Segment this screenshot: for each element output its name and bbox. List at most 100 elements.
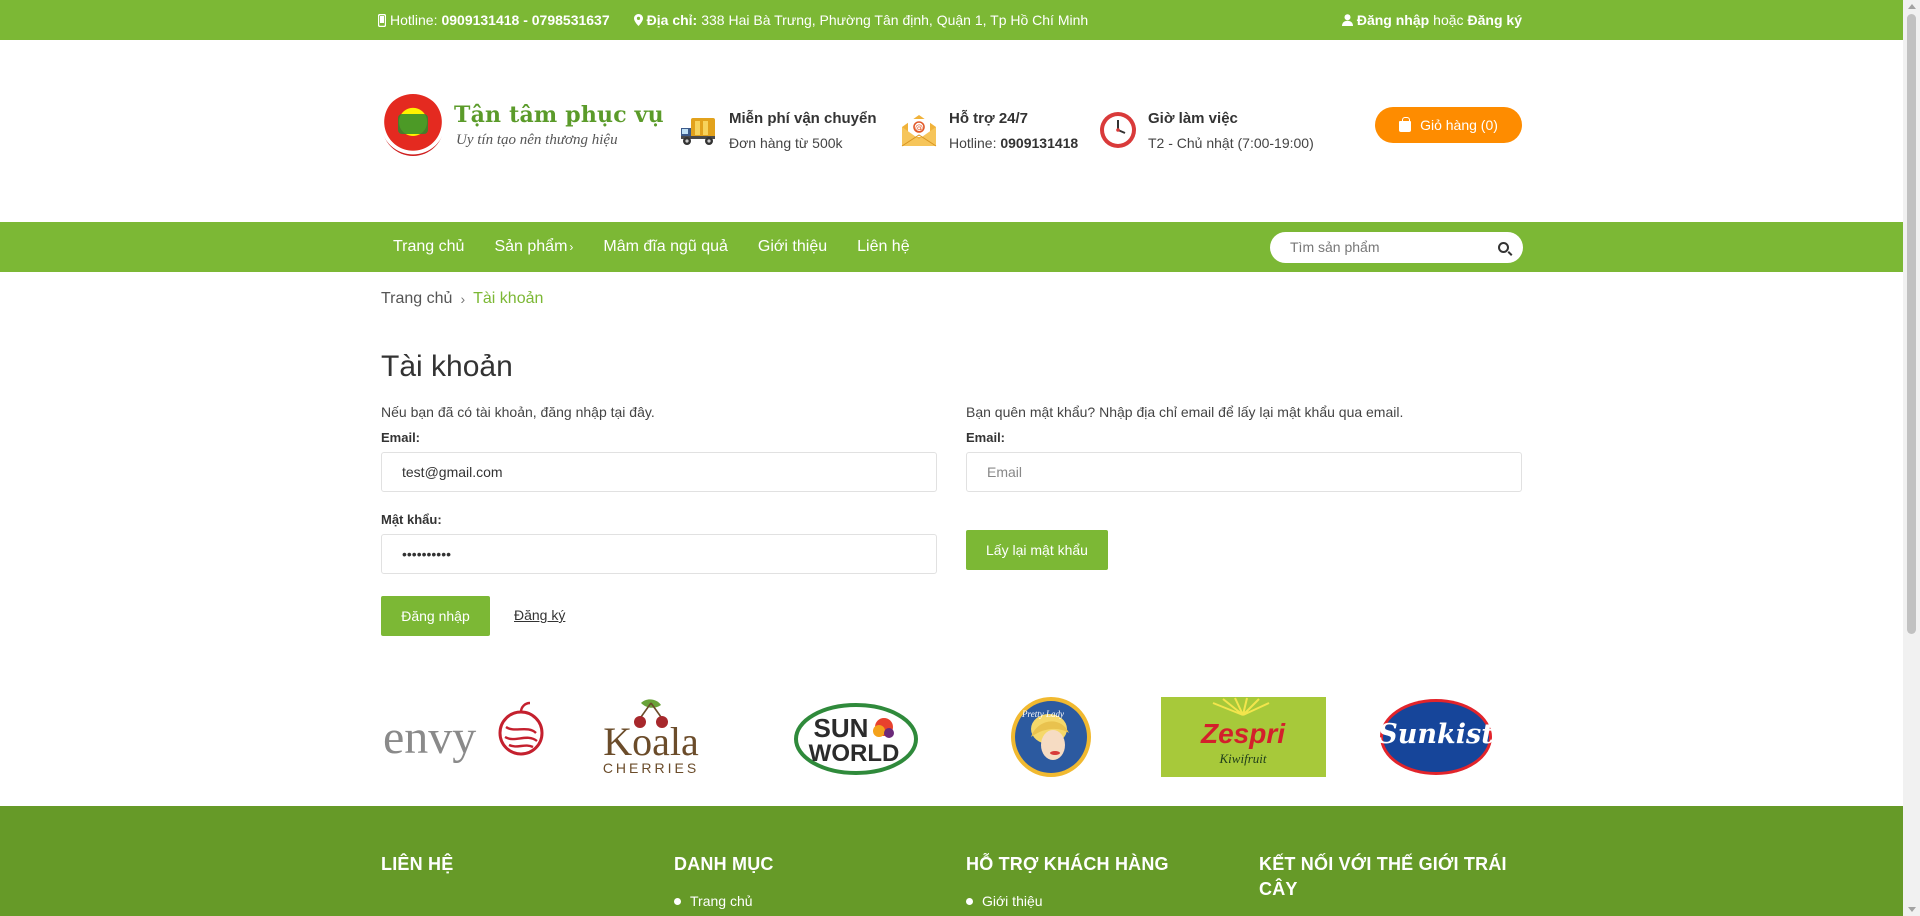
nav-home[interactable]: Trang chủ xyxy=(378,238,479,256)
svg-text:@: @ xyxy=(915,123,923,132)
forgot-email-label: Email: xyxy=(966,430,1006,445)
main-nav: Trang chủ Sản phẩm › Mâm đĩa ngũ quả Giới… xyxy=(0,222,1903,272)
address-label: Địa chỉ: xyxy=(646,12,698,28)
feature-support-hotline: 0909131418 xyxy=(1000,135,1079,151)
cart-button[interactable]: Giỏ hàng (0) xyxy=(1375,107,1522,143)
forgot-email-field[interactable] xyxy=(966,452,1522,492)
password-field[interactable] xyxy=(381,534,937,574)
brand-envy[interactable]: envy xyxy=(381,695,546,780)
breadcrumb-home[interactable]: Trang chủ xyxy=(381,290,452,308)
or-text: hoặc xyxy=(1433,12,1464,28)
phone-icon xyxy=(378,13,386,27)
login-button[interactable]: Đăng nhập xyxy=(381,596,490,636)
hotline-label: Hotline: xyxy=(390,12,438,28)
footer-support-heading: HỖ TRỢ KHÁCH HÀNG xyxy=(966,854,1169,874)
footer-connect: KẾT NỐI VỚI THẾ GIỚI TRÁI CÂY xyxy=(1259,852,1524,902)
scrollbar-thumb[interactable] xyxy=(1907,14,1916,634)
footer-contact: LIÊN HỆ xyxy=(381,852,631,877)
footer-contact-heading: LIÊN HỆ xyxy=(381,854,454,874)
feature-shipping: Miễn phí vận chuyển Đơn hàng từ 500k xyxy=(679,110,877,151)
envy-logo: envy xyxy=(383,701,544,764)
address-value: 338 Hai Bà Trưng, Phường Tân định, Quận … xyxy=(701,12,1089,28)
brand-zespri[interactable]: Zespri Kiwifruit xyxy=(1161,695,1326,780)
cart-label: Giỏ hàng (0) xyxy=(1420,117,1498,133)
page-title: Tài khoản xyxy=(381,350,513,383)
koala-logo: Koala CHERRIES xyxy=(603,699,699,776)
sunkist-logo: Sunkist xyxy=(1378,699,1494,775)
logo-tagline: Uy tín tạo nên thương hiệu xyxy=(456,131,618,148)
svg-text:Pretty Lady: Pretty Lady xyxy=(1021,709,1064,719)
email-label: Email: xyxy=(381,430,421,445)
chevron-right-icon: › xyxy=(569,240,574,254)
svg-text:WORLD: WORLD xyxy=(809,740,900,767)
pretty-lady-logo: Pretty Lady xyxy=(1011,697,1091,777)
bullet-icon xyxy=(966,897,973,905)
nav-products-label: Sản phẩm xyxy=(494,238,568,255)
svg-text:CHERRIES: CHERRIES xyxy=(603,760,699,776)
feature-support-title: Hỗ trợ 24/7 xyxy=(949,110,1029,127)
bullet-icon xyxy=(674,897,681,905)
logo-badge xyxy=(382,94,444,156)
search-box xyxy=(1270,231,1523,263)
svg-text:SUN: SUN xyxy=(814,713,869,743)
breadcrumb: Trang chủ › Tài khoản xyxy=(381,290,543,308)
footer-connect-heading: KẾT NỐI VỚI THẾ GIỚI TRÁI CÂY xyxy=(1259,854,1507,899)
site-logo[interactable]: Tận tâm phục vụ Uy tín tạo nên thương hi… xyxy=(382,94,664,156)
truck-icon xyxy=(681,118,715,145)
feature-shipping-sub: Đơn hàng từ 500k xyxy=(729,135,843,151)
footer-link-home-label: Trang chủ xyxy=(690,893,753,909)
hotline-value: 0909131418 - 0798531637 xyxy=(441,12,610,28)
login-description: Nếu bạn đã có tài khoản, đăng nhập tại đ… xyxy=(381,404,655,420)
hotline: Hotline: 0909131418 - 0798531637 xyxy=(378,12,610,28)
chevron-right-icon: › xyxy=(460,291,466,307)
login-form: Nếu bạn đã có tài khoản, đăng nhập tại đ… xyxy=(381,404,937,574)
email-field[interactable] xyxy=(381,452,937,492)
feature-support-label: Hotline: xyxy=(949,135,997,151)
footer-support: HỖ TRỢ KHÁCH HÀNG Giới thiệu xyxy=(966,852,1226,909)
nav-products[interactable]: Sản phẩm › xyxy=(479,238,588,256)
search-icon[interactable] xyxy=(1498,241,1509,253)
svg-text:Zespri: Zespri xyxy=(1200,718,1286,749)
breadcrumb-current: Tài khoản xyxy=(473,290,544,307)
svg-text:envy: envy xyxy=(383,711,476,764)
register-link[interactable]: Đăng ký xyxy=(514,607,565,623)
nav-contact[interactable]: Liên hệ xyxy=(842,238,925,256)
svg-text:Kiwifruit: Kiwifruit xyxy=(1219,751,1267,766)
forgot-password-form: Bạn quên mật khẩu? Nhập địa chỉ email để… xyxy=(966,404,1522,492)
shopping-bag-icon xyxy=(1399,116,1412,132)
password-label: Mật khẩu: xyxy=(381,512,442,527)
account-links: Đăng nhập hoặc Đăng ký xyxy=(1341,12,1522,28)
reset-password-button[interactable]: Lấy lại mật khẩu xyxy=(966,530,1108,570)
sunworld-logo: SUN WORLD xyxy=(794,703,918,775)
brand-sunkist[interactable]: Sunkist xyxy=(1376,695,1501,780)
feature-shipping-title: Miễn phí vận chuyển xyxy=(729,110,877,127)
search-input[interactable] xyxy=(1290,239,1498,255)
feature-support: @ Hỗ trợ 24/7 Hotline: 0909131418 xyxy=(899,110,1078,151)
brand-sunworld[interactable]: SUN WORLD xyxy=(791,695,921,780)
login-link[interactable]: Đăng nhập xyxy=(1357,12,1429,28)
page-scrollbar[interactable] xyxy=(1903,0,1920,916)
feature-hours-title: Giờ làm việc xyxy=(1148,110,1238,127)
scroll-up-icon[interactable] xyxy=(1908,4,1916,9)
mail-icon: @ xyxy=(901,115,937,147)
brand-koala[interactable]: Koala CHERRIES xyxy=(591,695,711,780)
top-bar: Hotline: 0909131418 - 0798531637 Địa chỉ… xyxy=(0,0,1903,40)
user-icon xyxy=(1341,14,1353,26)
footer-link-about-label: Giới thiệu xyxy=(982,893,1043,909)
clock-icon xyxy=(1100,112,1136,148)
nav-fruit-trays[interactable]: Mâm đĩa ngũ quả xyxy=(588,238,743,256)
footer-link-home[interactable]: Trang chủ xyxy=(674,893,924,909)
brand-carousel: envy Koala CHERRIES SUN WORLD Pretty Lad… xyxy=(381,695,1525,780)
zespri-logo: Zespri Kiwifruit xyxy=(1161,697,1326,777)
register-top-link[interactable]: Đăng ký xyxy=(1468,12,1522,28)
brand-pretty-lady[interactable]: Pretty Lady xyxy=(1001,695,1101,780)
nav-about[interactable]: Giới thiệu xyxy=(743,238,842,256)
svg-text:Koala: Koala xyxy=(603,719,699,764)
scroll-down-icon[interactable] xyxy=(1908,907,1916,912)
site-header: Tận tâm phục vụ Uy tín tạo nên thương hi… xyxy=(378,40,1522,222)
logo-slogan: Tận tâm phục vụ xyxy=(454,101,664,128)
map-marker-icon xyxy=(633,14,643,26)
feature-hours: Giờ làm việc T2 - Chủ nhật (7:00-19:00) xyxy=(1098,110,1314,151)
footer-link-about[interactable]: Giới thiệu xyxy=(966,893,1226,909)
footer-categories: DANH MỤC Trang chủ xyxy=(674,852,924,909)
